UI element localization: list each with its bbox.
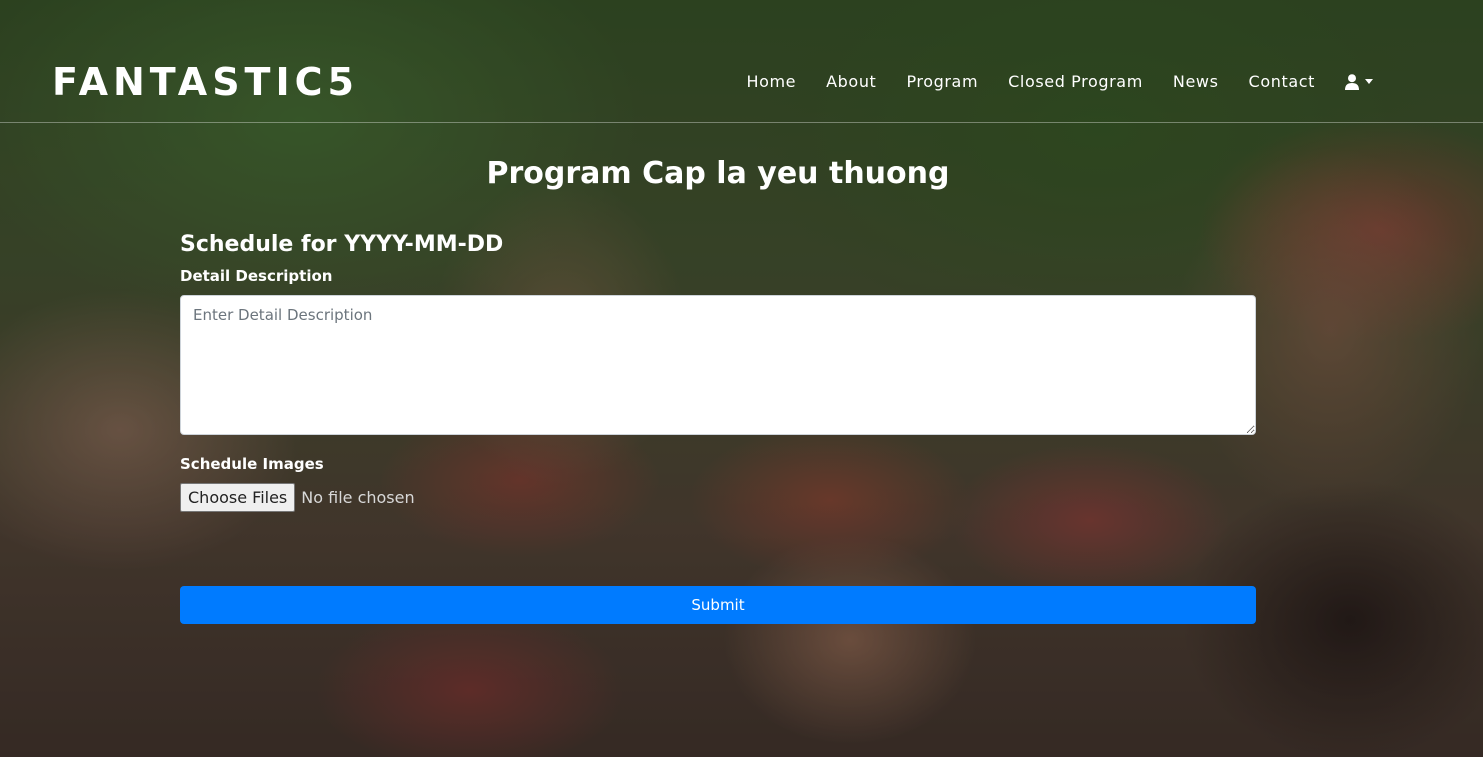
main-nav: Home About Program Closed Program News C… bbox=[746, 72, 1373, 91]
nav-closed-program[interactable]: Closed Program bbox=[1008, 72, 1143, 91]
chevron-down-icon bbox=[1365, 79, 1373, 84]
schedule-form: Schedule for YYYY-MM-DD Detail Descripti… bbox=[180, 232, 1256, 624]
program-name: Cap la yeu thuong bbox=[642, 156, 950, 191]
nav-program[interactable]: Program bbox=[906, 72, 978, 91]
page-title-prefix: Program bbox=[486, 156, 632, 191]
nav-about[interactable]: About bbox=[826, 72, 876, 91]
navbar: FANTASTIC5 Home About Program Closed Pro… bbox=[0, 0, 1483, 123]
file-input: Choose Files No file chosen bbox=[180, 483, 1256, 512]
user-menu-toggle[interactable] bbox=[1345, 73, 1373, 90]
description-label: Detail Description bbox=[180, 267, 333, 285]
nav-home[interactable]: Home bbox=[746, 72, 796, 91]
nav-contact[interactable]: Contact bbox=[1249, 72, 1315, 91]
page-title: Program Cap la yeu thuong bbox=[0, 156, 1436, 191]
submit-button[interactable]: Submit bbox=[180, 586, 1256, 624]
description-textarea[interactable] bbox=[180, 295, 1256, 435]
page: FANTASTIC5 Home About Program Closed Pro… bbox=[0, 0, 1483, 757]
choose-files-button[interactable]: Choose Files bbox=[180, 483, 296, 512]
images-label: Schedule Images bbox=[180, 455, 324, 473]
schedule-heading: Schedule for YYYY-MM-DD bbox=[180, 232, 504, 257]
user-icon bbox=[1345, 73, 1359, 90]
file-status-text: No file chosen bbox=[301, 488, 415, 507]
brand-logo[interactable]: FANTASTIC5 bbox=[52, 60, 359, 104]
nav-news[interactable]: News bbox=[1173, 72, 1219, 91]
